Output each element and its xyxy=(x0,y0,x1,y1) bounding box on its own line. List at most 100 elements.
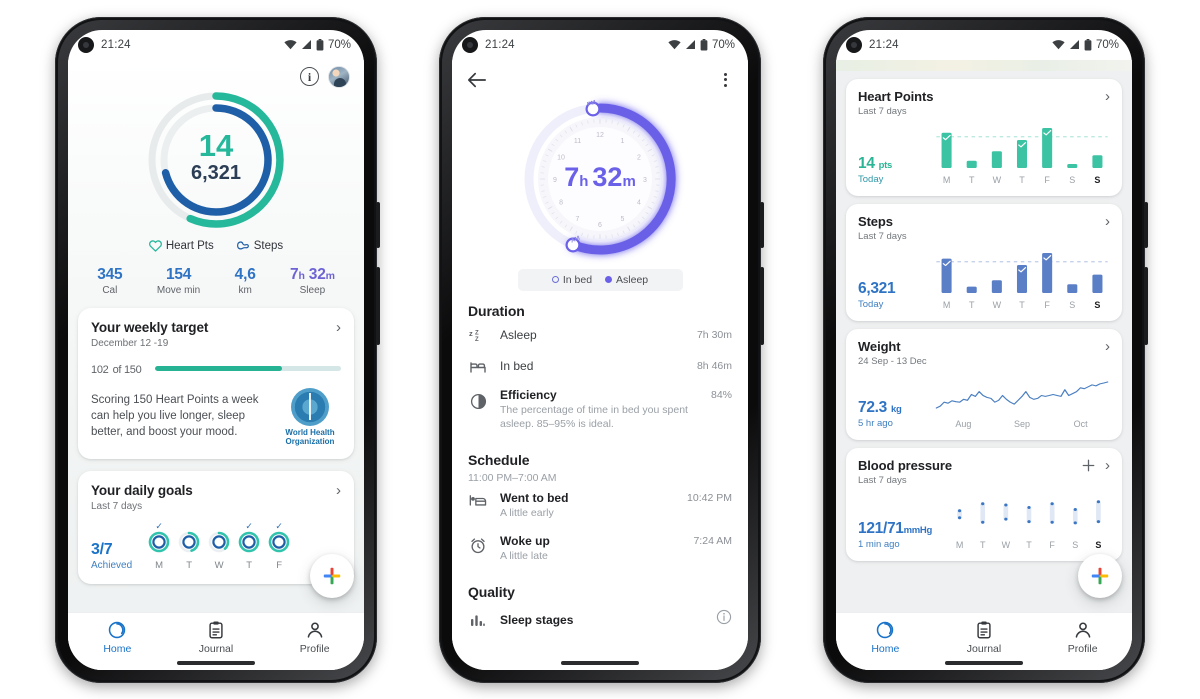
clock-hour-label: 9 xyxy=(553,177,557,184)
stat-move-min[interactable]: 154 Move min xyxy=(157,266,200,296)
bar xyxy=(991,279,1002,293)
daily-goals-achieved: 3/7 xyxy=(91,540,113,558)
duration-efficiency-label: Efficiency xyxy=(500,387,557,402)
metric-card-weight[interactable]: Weight 24 Sep - 13 Dec › 72.3 kg 5 hr ag… xyxy=(846,328,1122,440)
volume-button[interactable] xyxy=(376,266,380,345)
phone-3-content: Heart Points Last 7 days › 14 pts Today xyxy=(836,59,1132,670)
chevron-right-icon[interactable]: › xyxy=(1105,214,1110,229)
status-bar: 21:24 70% xyxy=(68,30,364,60)
status-time: 21:24 xyxy=(485,38,515,51)
steps-title: Steps xyxy=(858,213,893,229)
who-caption-line1: World Health xyxy=(285,427,335,437)
nav-item-profile[interactable]: Profile xyxy=(1033,620,1132,655)
day-label: T xyxy=(1019,299,1025,310)
legend-asleep: Asleep xyxy=(605,274,648,286)
goal-ring-day-label: W xyxy=(214,559,224,571)
clock-hour-label: 6 xyxy=(598,222,602,229)
metric-card-blood-pressure[interactable]: Blood pressure Last 7 days › 121/71mmHg xyxy=(846,447,1122,561)
quality-row-sleep-stages[interactable]: Sleep stages xyxy=(452,602,748,637)
gesture-bar[interactable] xyxy=(945,661,1023,665)
chevron-right-icon[interactable]: › xyxy=(1105,458,1110,473)
camera-punch-hole xyxy=(462,36,478,53)
daily-goals-title: Your daily goals xyxy=(91,482,193,498)
schedule-row-went-to-bed[interactable]: Went to bed A little early 10:42 PM xyxy=(452,484,748,527)
power-button[interactable] xyxy=(376,201,380,248)
stat-sleep[interactable]: 7h 32m Sleep xyxy=(290,266,335,296)
clock-hour-label: 12 xyxy=(596,132,604,139)
nav-item-journal[interactable]: Journal xyxy=(935,620,1034,655)
chevron-right-icon[interactable]: › xyxy=(336,483,341,498)
nav-item-home[interactable]: Home xyxy=(68,620,167,655)
daily-goal-ring-1[interactable]: T xyxy=(176,522,202,571)
chevron-right-icon[interactable]: › xyxy=(1105,339,1110,354)
signal-icon xyxy=(1069,40,1079,49)
bp-systolic-dot xyxy=(1073,507,1077,511)
power-button[interactable] xyxy=(1144,201,1148,248)
ring-steps-value: 6,321 xyxy=(191,162,241,184)
metric-card-steps[interactable]: Steps Last 7 days › 6,321 Today M T W T … xyxy=(846,203,1122,321)
chevron-right-icon[interactable]: › xyxy=(1105,89,1110,104)
day-label: M xyxy=(955,539,964,550)
goal-check-icon: ✓ xyxy=(155,520,163,531)
duration-row-in-bed[interactable]: In bed 8h 46m xyxy=(452,352,748,381)
clock-hour-label: 11 xyxy=(574,138,581,145)
battery-icon xyxy=(700,38,708,50)
svg-text:z: z xyxy=(469,329,473,338)
day-label-today: S xyxy=(1094,299,1101,310)
nav-item-journal[interactable]: Journal xyxy=(167,620,266,655)
add-fab-button[interactable] xyxy=(310,553,354,598)
power-button[interactable] xyxy=(760,201,764,248)
more-vertical-icon[interactable] xyxy=(719,69,732,91)
stat-km[interactable]: 4,6 km xyxy=(235,266,256,296)
battery-icon xyxy=(1084,38,1092,50)
duration-row-efficiency[interactable]: Efficiency The percentage of time in bed… xyxy=(452,381,748,438)
goal-ring-day-label: T xyxy=(246,559,253,571)
gesture-bar[interactable] xyxy=(177,661,255,665)
bp-systolic-dot xyxy=(1050,501,1054,505)
daily-goal-ring-2[interactable]: W xyxy=(206,522,232,571)
who-logo: World Health Organization xyxy=(279,387,341,446)
activity-ring-chart[interactable]: 14 6,321 xyxy=(68,86,364,234)
google-plus-add-icon xyxy=(1091,567,1109,584)
heart-points-number: 14 xyxy=(858,154,875,172)
metric-card-heart-points[interactable]: Heart Points Last 7 days › 14 pts Today xyxy=(846,78,1122,196)
gesture-bar[interactable] xyxy=(561,661,639,665)
daily-goal-ring-0[interactable]: ✓ M xyxy=(146,520,172,571)
avatar[interactable] xyxy=(328,65,350,88)
blood-pressure-number: 121/71 xyxy=(858,519,904,537)
sleep-clock-chart[interactable]: 12 1 2 3 4 5 6 7 8 9 10 11 PM AM 7h 32m xyxy=(452,93,748,265)
clock-hour-label: 4 xyxy=(637,199,641,206)
daily-goal-ring-4[interactable]: ✓ F xyxy=(266,521,292,571)
chevron-right-icon[interactable]: › xyxy=(336,320,341,335)
battery-percent: 70% xyxy=(711,38,735,51)
info-icon[interactable] xyxy=(716,609,732,630)
add-fab-button[interactable] xyxy=(1078,553,1122,598)
status-indicators: 70% xyxy=(1052,38,1119,51)
bp-systolic-dot xyxy=(1004,503,1008,506)
volume-button[interactable] xyxy=(1144,266,1148,345)
clock-hour-label: 3 xyxy=(643,177,647,184)
weight-when: 5 hr ago xyxy=(858,417,893,429)
day-label: F xyxy=(1049,539,1055,550)
heart-points-when: Today xyxy=(858,173,884,185)
duration-row-asleep[interactable]: zZZ Asleep 7h 30m xyxy=(452,321,748,352)
info-icon[interactable]: i xyxy=(300,67,319,86)
google-plus-add-icon xyxy=(323,567,341,584)
daily-goal-ring-3[interactable]: ✓ T xyxy=(236,521,262,571)
schedule-row-woke-up[interactable]: Woke up A little late 7:24 AM xyxy=(452,527,748,570)
nav-item-profile[interactable]: Profile xyxy=(265,620,364,655)
stat-move-min-value: 154 xyxy=(165,265,192,283)
nav-item-home[interactable]: Home xyxy=(836,620,935,655)
status-time: 21:24 xyxy=(101,38,131,51)
daily-goals-header: Your daily goals Last 7 days › xyxy=(91,483,341,512)
plus-icon[interactable] xyxy=(1082,459,1095,472)
weekly-target-card[interactable]: Your weekly target December 12 -19 › 102… xyxy=(78,307,354,459)
schedule-woke-up-description: A little late xyxy=(500,550,548,563)
goal-check-icon xyxy=(176,522,202,530)
back-arrow-icon[interactable] xyxy=(467,71,487,89)
wifi-icon xyxy=(1052,40,1065,50)
volume-button[interactable] xyxy=(760,266,764,345)
nav-item-journal-label: Journal xyxy=(966,642,1002,655)
phone-3-screen: 21:24 70% Heart Points Last 7 days › 14 … xyxy=(836,29,1132,670)
stat-cal[interactable]: 345 Cal xyxy=(97,266,122,296)
